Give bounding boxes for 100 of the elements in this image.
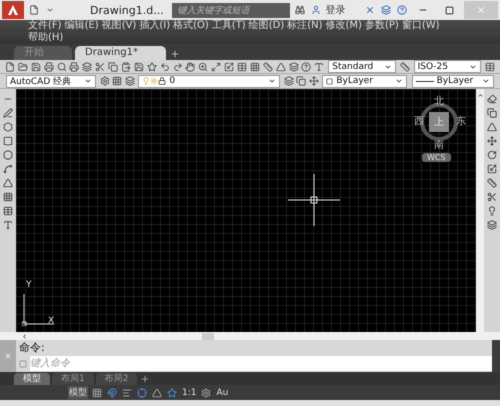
text-style-dropdown[interactable]: Standard: [328, 60, 396, 73]
command-history-text: 命令:: [18, 340, 46, 356]
gear-icon[interactable]: [200, 386, 212, 398]
printer-icon[interactable]: [68, 60, 80, 72]
crosshair-icon[interactable]: [136, 386, 148, 398]
scissors-icon[interactable]: [486, 191, 498, 203]
menu-item[interactable]: 帮助(H): [28, 32, 64, 44]
bulb-icon[interactable]: [486, 205, 498, 217]
menu-item[interactable]: 格式(O): [173, 20, 209, 32]
menu-item[interactable]: 插入(I): [139, 20, 170, 32]
menu-item[interactable]: 窗口(W): [402, 20, 440, 32]
ruler-icon[interactable]: [262, 60, 274, 72]
magnet-icon[interactable]: [106, 386, 118, 398]
app-logo-icon[interactable]: [2, 1, 24, 19]
new-tab-icon[interactable]: [168, 48, 181, 60]
text-icon[interactable]: [2, 219, 14, 231]
sun-icon: [150, 77, 158, 85]
grid-icon[interactable]: [112, 75, 123, 87]
polygon-icon[interactable]: [2, 121, 14, 133]
hand-icon[interactable]: [184, 60, 196, 72]
ruler-icon[interactable]: [486, 177, 498, 189]
maximize-icon: [444, 6, 454, 14]
layers-icon[interactable]: [486, 219, 498, 231]
expand-icon[interactable]: [210, 60, 222, 72]
color-dropdown[interactable]: ByLayer: [322, 74, 407, 88]
layers-icon[interactable]: [288, 60, 300, 72]
scrollbar-thumb[interactable]: [202, 332, 214, 340]
menu-item[interactable]: 标注(N): [287, 20, 323, 32]
scaling-icon[interactable]: [486, 163, 498, 175]
menu-item[interactable]: 编辑(E): [64, 20, 99, 32]
menu-item[interactable]: 视图(V): [102, 20, 136, 32]
menu-item[interactable]: 参数(P): [364, 20, 399, 32]
save-icon[interactable]: [132, 60, 145, 72]
save-icon[interactable]: [30, 60, 42, 72]
menu-item[interactable]: 工具(T): [212, 20, 246, 32]
drawing-canvas[interactable]: 北 西 上 东 南 WCS Y X: [16, 89, 476, 332]
move-icon[interactable]: [308, 75, 320, 87]
annotation-scale-button[interactable]: 1:1: [181, 388, 198, 398]
user-icon[interactable]: [310, 4, 322, 16]
layers-icon[interactable]: [380, 4, 392, 16]
folder-icon[interactable]: [16, 60, 29, 72]
pen-icon[interactable]: [2, 107, 14, 119]
table-icon[interactable]: [236, 60, 248, 72]
document-icon[interactable]: [4, 60, 16, 72]
help-icon[interactable]: [396, 4, 408, 16]
layers-icon[interactable]: [124, 75, 136, 87]
table-icon[interactable]: [2, 205, 14, 217]
triangle-icon[interactable]: [274, 60, 287, 72]
star-icon[interactable]: [146, 60, 158, 72]
triangle-icon[interactable]: [486, 121, 498, 133]
gear-icon[interactable]: [99, 75, 110, 87]
clipboard-icon[interactable]: [120, 60, 132, 72]
triangle-icon[interactable]: [2, 177, 14, 189]
file-tab[interactable]: Drawing1*: [75, 46, 166, 60]
scissors-icon[interactable]: [94, 60, 106, 72]
layer-dropdown[interactable]: 0: [138, 74, 280, 88]
rotate-icon[interactable]: [486, 149, 498, 161]
grid-icon[interactable]: [91, 386, 103, 398]
search-field[interactable]: 键入关键字或短语: [172, 2, 290, 18]
help-icon[interactable]: [300, 60, 312, 72]
star-icon[interactable]: [166, 386, 178, 398]
menu-item[interactable]: 修改(M): [326, 20, 362, 32]
wcs-menu[interactable]: WCS: [422, 153, 451, 162]
layers-icon[interactable]: [81, 60, 94, 72]
redo-icon[interactable]: [172, 60, 184, 72]
copy-icon[interactable]: [295, 75, 307, 87]
copy-icon[interactable]: [107, 60, 120, 72]
ruler-icon[interactable]: [398, 60, 411, 72]
zoom-in-icon[interactable]: [197, 60, 210, 72]
layers-icon[interactable]: [282, 75, 294, 87]
spline-icon[interactable]: [2, 163, 14, 175]
document-icon[interactable]: [28, 4, 40, 16]
layout-tab[interactable]: 模型: [14, 372, 50, 384]
linetype-dropdown[interactable]: ByLayer: [412, 74, 494, 88]
x-icon[interactable]: [364, 4, 376, 16]
hatch-icon[interactable]: [2, 191, 14, 203]
table-icon[interactable]: [484, 60, 496, 72]
grid-icon[interactable]: [248, 60, 261, 72]
triangle-icon[interactable]: [151, 386, 163, 398]
rectangle-icon[interactable]: [2, 135, 14, 147]
dimension-style-dropdown[interactable]: ISO-25: [414, 60, 482, 73]
undo-icon[interactable]: [158, 60, 171, 72]
printer-icon[interactable]: [42, 60, 55, 72]
scaling-icon[interactable]: [223, 60, 236, 72]
command-input-field[interactable]: 键入命令: [30, 356, 492, 371]
move-icon[interactable]: [486, 135, 498, 147]
lines-icon[interactable]: [121, 386, 133, 398]
model-space-button[interactable]: 模型: [68, 386, 88, 399]
autoscale-button[interactable]: Au: [215, 388, 230, 398]
sign-in-link[interactable]: 登录: [326, 3, 346, 17]
magnifier-icon[interactable]: [56, 60, 68, 72]
workspace-dropdown[interactable]: AutoCAD 经典: [6, 74, 96, 88]
text-style-icon[interactable]: [313, 60, 326, 72]
copy-icon[interactable]: [486, 107, 498, 119]
layout-tab[interactable]: 布局1: [52, 372, 94, 384]
menu-item[interactable]: 文件(F): [28, 20, 62, 32]
circle-icon[interactable]: [2, 149, 14, 161]
menu-item[interactable]: 绘图(D): [248, 20, 284, 32]
binoculars-icon[interactable]: [294, 4, 306, 16]
eraser-icon[interactable]: [486, 93, 498, 105]
